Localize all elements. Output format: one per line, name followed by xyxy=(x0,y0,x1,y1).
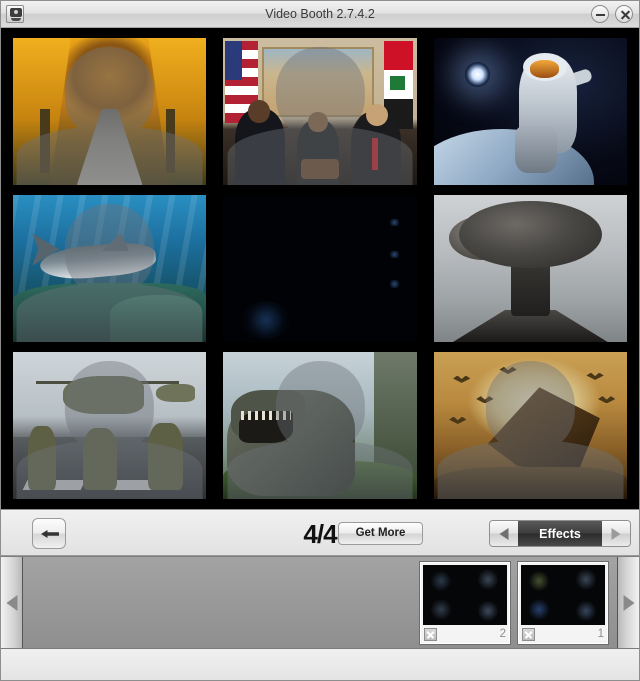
person-left-head xyxy=(248,99,270,124)
face-tile-3 xyxy=(527,599,550,620)
person-right-head xyxy=(366,104,388,127)
bat-5 xyxy=(586,372,604,380)
thumbnail-image xyxy=(423,564,507,625)
helmet-visor xyxy=(530,60,560,78)
status-bar xyxy=(1,649,639,680)
scene-t-rex xyxy=(223,352,417,499)
spark-1 xyxy=(387,218,402,226)
chevron-right-icon xyxy=(611,527,621,540)
filmstrip-scroll-left[interactable] xyxy=(1,557,23,648)
chevron-right-icon xyxy=(623,594,634,611)
window-controls xyxy=(591,5,633,23)
scene-dark xyxy=(223,195,417,342)
tree-trunk-2 xyxy=(165,108,176,174)
scene-astronaut xyxy=(433,38,627,185)
bat-1 xyxy=(452,375,471,383)
webcam-icon xyxy=(6,5,24,23)
minimize-icon xyxy=(596,14,605,16)
effects-category-selector: Effects xyxy=(489,520,631,547)
filmstrip-area: 2 1 xyxy=(1,556,639,680)
effect-cell-dark-scene[interactable] xyxy=(223,195,417,342)
red-tie xyxy=(372,137,378,171)
scene-mushroom-cloud xyxy=(433,195,627,342)
delete-icon[interactable] xyxy=(424,627,437,641)
filmstrip-scroll-right[interactable] xyxy=(617,557,639,648)
helicopter-far xyxy=(156,384,195,402)
bat-4 xyxy=(499,366,517,375)
thumbnail-number: 1 xyxy=(597,628,604,640)
coral-bed-2 xyxy=(109,294,203,342)
bat-6 xyxy=(598,396,616,404)
bat-3 xyxy=(449,416,467,425)
effect-cell-autumn-road[interactable] xyxy=(13,38,207,185)
coffee-table xyxy=(300,158,340,180)
soldier-2 xyxy=(82,428,118,491)
close-button[interactable] xyxy=(615,5,633,23)
scene-soldiers xyxy=(13,352,207,499)
foliage-right xyxy=(148,38,207,185)
delete-icon[interactable] xyxy=(522,627,535,641)
sun-flare xyxy=(464,61,490,87)
scene-dragons xyxy=(433,352,627,499)
chevron-left-icon xyxy=(6,594,17,611)
category-label[interactable]: Effects xyxy=(518,521,602,546)
scene-shark-reef xyxy=(13,195,207,342)
filmstrip: 2 1 xyxy=(1,556,639,649)
effect-cell-t-rex[interactable] xyxy=(223,352,417,499)
thumbnail-image xyxy=(521,564,605,625)
webcam-lens xyxy=(14,10,18,14)
soldier-3 xyxy=(148,422,184,491)
helicopter-main xyxy=(63,375,145,414)
video-booth-window: Video Booth 2.7.4.2 4/4 Get More Effects… xyxy=(0,0,640,681)
face-tile-4 xyxy=(476,600,499,621)
filmstrip-thumbnail[interactable]: 1 xyxy=(517,560,609,645)
effect-cell-mushroom-cloud[interactable] xyxy=(433,195,627,342)
blue-glow xyxy=(240,300,291,340)
filmstrip-thumbnail[interactable]: 2 xyxy=(419,560,511,645)
bat-2 xyxy=(476,396,494,404)
face-tile-3 xyxy=(429,599,452,620)
effect-cell-dragons[interactable] xyxy=(433,352,627,499)
webcam-stand xyxy=(11,18,21,21)
effects-toolbar: 4/4 Get More Effects xyxy=(1,509,639,556)
window-title: Video Booth 2.7.4.2 xyxy=(265,7,375,21)
face-tile-2 xyxy=(476,569,499,590)
tree-trunk-1 xyxy=(40,108,50,174)
minimize-button[interactable] xyxy=(591,5,609,23)
face-tile-1 xyxy=(429,570,452,591)
dinosaur-teeth xyxy=(240,410,291,420)
astronaut-legs xyxy=(514,126,558,174)
wall-mural xyxy=(261,46,375,118)
chevron-left-icon xyxy=(499,527,509,540)
blast-cap xyxy=(458,200,602,269)
person-center-head xyxy=(308,111,328,133)
face-tile-4 xyxy=(574,600,597,621)
thumbnail-number: 2 xyxy=(499,628,506,640)
dark-ground xyxy=(433,466,627,499)
effect-cell-meeting[interactable] xyxy=(223,38,417,185)
next-category-button[interactable] xyxy=(602,521,630,546)
thumbnail-meta: 2 xyxy=(420,625,510,644)
dragon-wing xyxy=(487,387,600,479)
soldier-1 xyxy=(28,425,56,491)
scene-autumn-road xyxy=(13,38,207,185)
title-bar: Video Booth 2.7.4.2 xyxy=(1,1,639,28)
road xyxy=(76,108,143,185)
spark-3 xyxy=(387,280,402,288)
thumbnail-meta: 1 xyxy=(518,625,608,644)
filmstrip-track: 2 1 xyxy=(23,557,617,648)
effect-cell-astronaut[interactable] xyxy=(433,38,627,185)
spark-2 xyxy=(387,250,402,259)
face-tile-2 xyxy=(574,569,597,590)
face-tile-1 xyxy=(527,570,550,591)
effect-cell-shark-reef[interactable] xyxy=(13,195,207,342)
effect-cell-soldiers[interactable] xyxy=(13,352,207,499)
flag-inscription xyxy=(390,76,406,91)
effects-grid xyxy=(1,28,639,509)
previous-category-button[interactable] xyxy=(490,521,518,546)
flag-canton xyxy=(225,40,243,81)
get-more-button[interactable]: Get More xyxy=(338,522,423,545)
scene-meeting xyxy=(223,38,417,185)
